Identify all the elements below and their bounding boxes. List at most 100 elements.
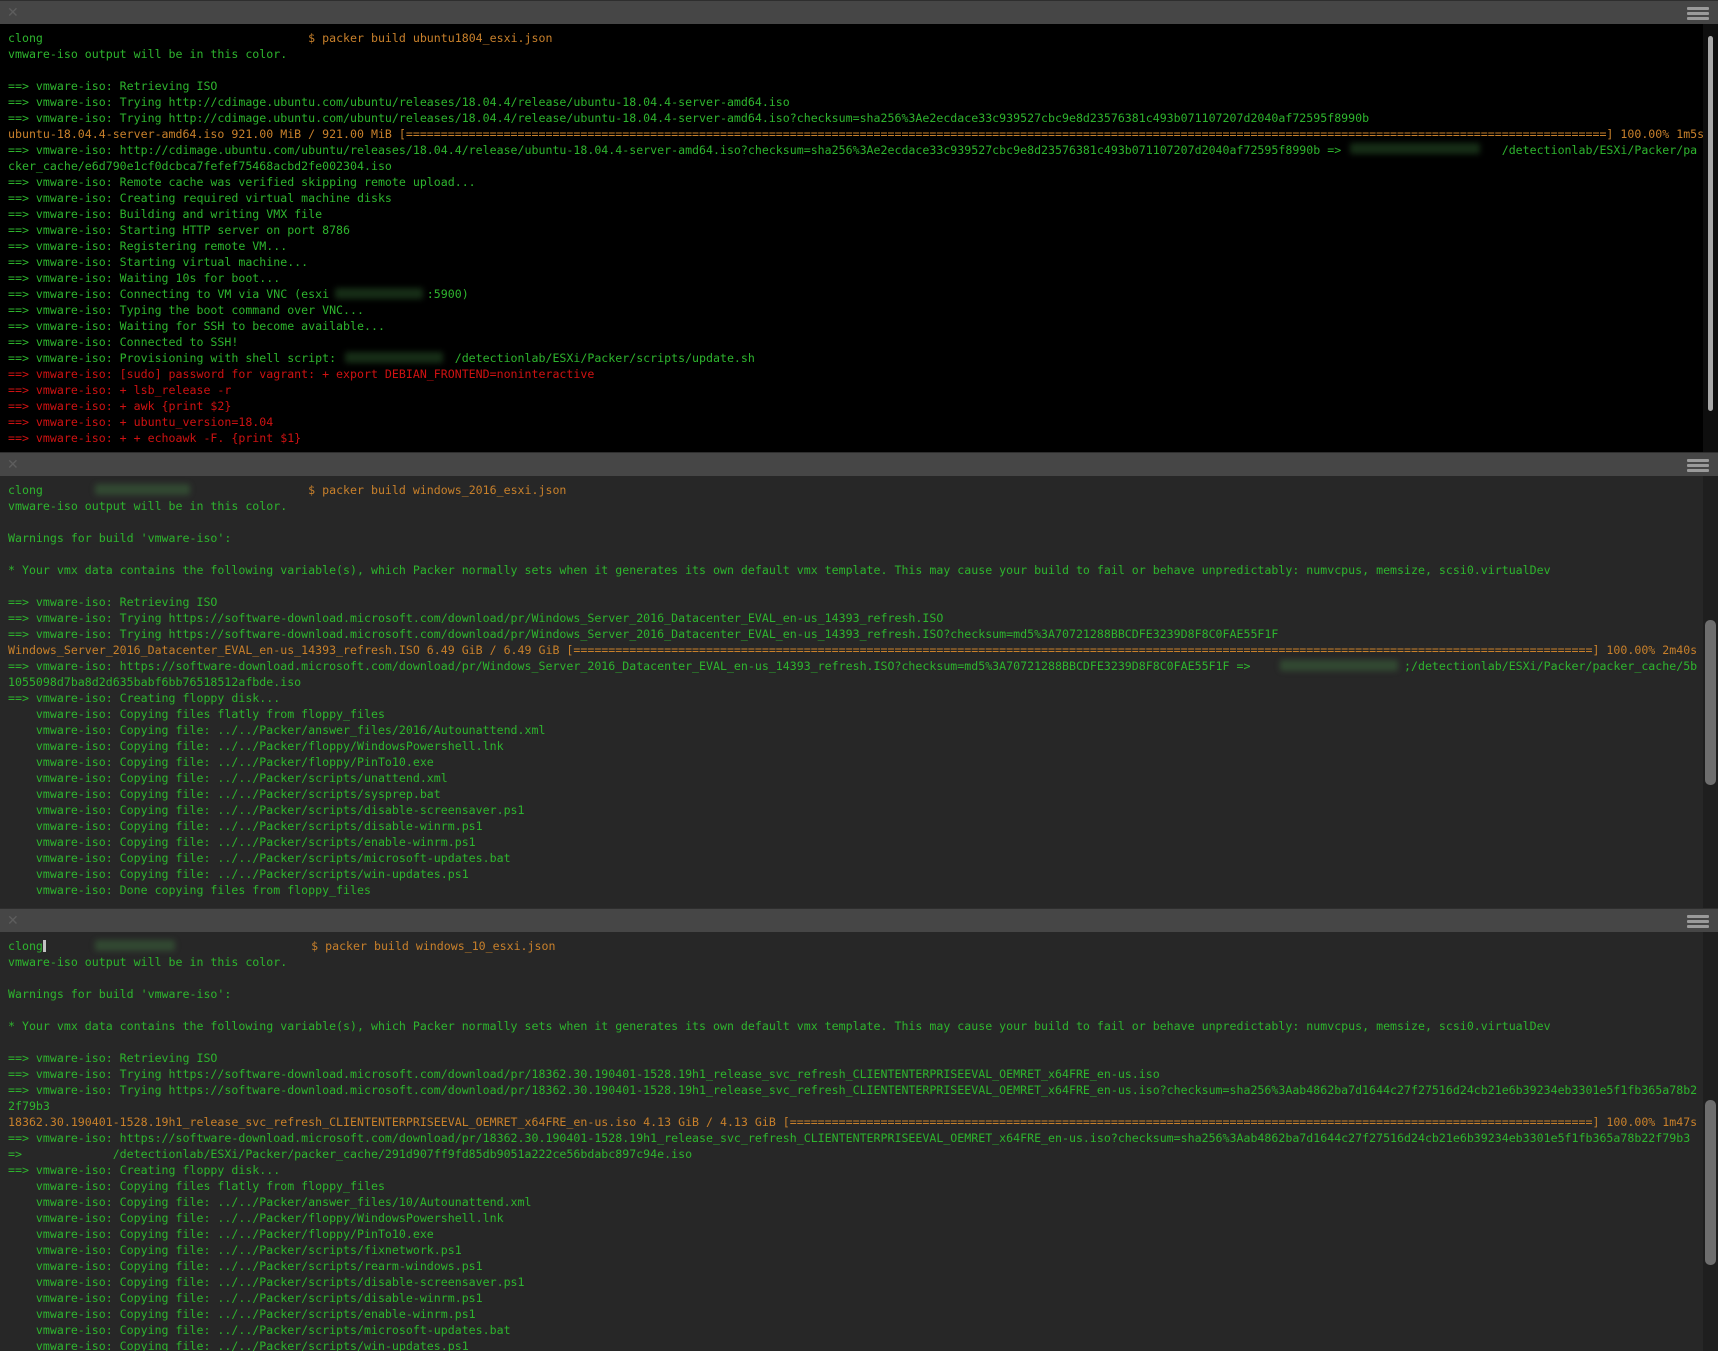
terminal-line: cker_cache/e6d790e1cf0dcbca7fefef75468ac…: [8, 158, 1718, 174]
terminal-line: vmware-iso: Copying file: ../../Packer/s…: [8, 850, 1718, 866]
terminal-line: vmware-iso: Copying file: ../../Packer/s…: [8, 1290, 1718, 1306]
terminal-line: ==> vmware-iso: Trying http://cdimage.ub…: [8, 94, 1718, 110]
terminal-line: vmware-iso: Copying file: ../../Packer/s…: [8, 770, 1718, 786]
terminal-line: ==> vmware-iso: Starting HTTP server on …: [8, 222, 1718, 238]
terminal-line: * Your vmx data contains the following v…: [8, 1018, 1718, 1034]
menu-icon[interactable]: [1687, 7, 1709, 20]
terminal-line: 1055098d7ba8d2d635babf6bb76518512afbde.i…: [8, 674, 1718, 690]
terminal-line: ==> vmware-iso: Provisioning with shell …: [8, 350, 1718, 366]
terminal-line: ==> vmware-iso: Trying http://cdimage.ub…: [8, 110, 1718, 126]
scrollbar-thumb[interactable]: [1705, 1100, 1716, 1265]
terminal-line: ==> vmware-iso: Remote cache was verifie…: [8, 174, 1718, 190]
terminal-line: vmware-iso: Copying files flatly from fl…: [8, 706, 1718, 722]
terminal-window: ✕ clong $ packer build ubuntu1804_esxi.j…: [0, 0, 1718, 1351]
pane-windows10: ✕ clong $ packer build windows_10_esxi.j…: [0, 908, 1718, 1351]
terminal-line: vmware-iso: Copying files flatly from fl…: [8, 1178, 1718, 1194]
terminal-line: ==> vmware-iso: Connecting to VM via VNC…: [8, 286, 1718, 302]
terminal-line: ==> vmware-iso: Waiting for SSH to becom…: [8, 318, 1718, 334]
terminal-line: clong $ packer build windows_2016_esxi.j…: [8, 482, 1718, 498]
terminal-line: ==> vmware-iso: Typing the boot command …: [8, 302, 1718, 318]
terminal-line: ==> vmware-iso: Creating floppy disk...: [8, 690, 1718, 706]
terminal-line: [8, 970, 1718, 986]
terminal-output-windows10[interactable]: clong $ packer build windows_10_esxi.jso…: [0, 932, 1718, 1351]
terminal-line: vmware-iso: Copying file: ../../Packer/s…: [8, 866, 1718, 882]
terminal-output-ubuntu1804[interactable]: clong $ packer build ubuntu1804_esxi.jso…: [0, 24, 1718, 452]
terminal-line: ==> vmware-iso: Building and writing VMX…: [8, 206, 1718, 222]
pane-windows2016: ✕ clong $ packer build windows_2016_esxi…: [0, 452, 1718, 908]
terminal-line: vmware-iso: Copying file: ../../Packer/s…: [8, 786, 1718, 802]
scrollbar-track[interactable]: [1703, 24, 1718, 452]
terminal-line: ==> vmware-iso: http://cdimage.ubuntu.co…: [8, 142, 1718, 158]
terminal-line: ==> vmware-iso: https://software-downloa…: [8, 658, 1718, 674]
terminal-line: vmware-iso output will be in this color.: [8, 46, 1718, 62]
terminal-line: => /detectionlab/ESXi/Packer/packer_cach…: [8, 1146, 1718, 1162]
terminal-line: ==> vmware-iso: Creating required virtua…: [8, 190, 1718, 206]
terminal-line: [8, 546, 1718, 562]
terminal-line: vmware-iso: Copying file: ../../Packer/f…: [8, 738, 1718, 754]
terminal-line: ==> vmware-iso: + lsb_release -r: [8, 382, 1718, 398]
scrollbar-thumb[interactable]: [1708, 36, 1713, 411]
terminal-line: [8, 578, 1718, 594]
terminal-line: ubuntu-18.04.4-server-amd64.iso 921.00 M…: [8, 126, 1718, 142]
terminal-line: ==> vmware-iso: Retrieving ISO: [8, 78, 1718, 94]
terminal-line: ==> vmware-iso: Trying https://software-…: [8, 626, 1718, 642]
terminal-line: vmware-iso: Copying file: ../../Packer/s…: [8, 802, 1718, 818]
menu-icon[interactable]: [1687, 459, 1709, 472]
menu-icon[interactable]: [1687, 915, 1709, 928]
terminal-line: ==> vmware-iso: Trying https://software-…: [8, 1066, 1718, 1082]
terminal-line: ==> vmware-iso: Retrieving ISO: [8, 1050, 1718, 1066]
scrollbar-track[interactable]: [1703, 476, 1718, 908]
terminal-line: [8, 62, 1718, 78]
close-icon[interactable]: ✕: [7, 911, 19, 931]
terminal-line: vmware-iso: Copying file: ../../Packer/s…: [8, 1274, 1718, 1290]
pane-ubuntu1804: ✕ clong $ packer build ubuntu1804_esxi.j…: [0, 0, 1718, 452]
terminal-line: vmware-iso: Copying file: ../../Packer/s…: [8, 1322, 1718, 1338]
terminal-line: Warnings for build 'vmware-iso':: [8, 986, 1718, 1002]
terminal-line: vmware-iso: Copying file: ../../Packer/a…: [8, 722, 1718, 738]
terminal-line: ==> vmware-iso: Registering remote VM...: [8, 238, 1718, 254]
terminal-line: Windows_Server_2016_Datacenter_EVAL_en-u…: [8, 642, 1718, 658]
terminal-line: ==> vmware-iso: [sudo] password for vagr…: [8, 366, 1718, 382]
terminal-line: 18362.30.190401-1528.19h1_release_svc_re…: [8, 1114, 1718, 1130]
terminal-line: clong $ packer build ubuntu1804_esxi.jso…: [8, 30, 1718, 46]
terminal-line: ==> vmware-iso: + awk {print $2}: [8, 398, 1718, 414]
pane3-titlebar[interactable]: ✕: [0, 908, 1718, 932]
terminal-output-windows2016[interactable]: clong $ packer build windows_2016_esxi.j…: [0, 476, 1718, 908]
terminal-line: ==> vmware-iso: Trying https://software-…: [8, 1082, 1718, 1098]
terminal-line: vmware-iso: Copying file: ../../Packer/s…: [8, 1258, 1718, 1274]
terminal-line: vmware-iso: Copying file: ../../Packer/a…: [8, 1194, 1718, 1210]
terminal-line: ==> vmware-iso: Starting virtual machine…: [8, 254, 1718, 270]
terminal-line: vmware-iso: Copying file: ../../Packer/s…: [8, 818, 1718, 834]
terminal-line: ==> vmware-iso: Retrieving ISO: [8, 594, 1718, 610]
scrollbar-thumb[interactable]: [1705, 620, 1716, 785]
terminal-line: vmware-iso: Copying file: ../../Packer/s…: [8, 1338, 1718, 1351]
terminal-line: ==> vmware-iso: Trying https://software-…: [8, 610, 1718, 626]
terminal-line: [8, 1034, 1718, 1050]
terminal-line: [8, 514, 1718, 530]
close-icon[interactable]: ✕: [7, 3, 19, 23]
pane1-titlebar[interactable]: ✕: [0, 0, 1718, 24]
terminal-line: ==> vmware-iso: Creating floppy disk...: [8, 1162, 1718, 1178]
terminal-line: ==> vmware-iso: + ubuntu_version=18.04: [8, 414, 1718, 430]
pane2-titlebar[interactable]: ✕: [0, 452, 1718, 476]
scrollbar-track[interactable]: [1703, 932, 1718, 1351]
terminal-line: vmware-iso: Copying file: ../../Packer/s…: [8, 1306, 1718, 1322]
terminal-line: vmware-iso: Copying file: ../../Packer/s…: [8, 834, 1718, 850]
terminal-line: vmware-iso: Copying file: ../../Packer/f…: [8, 754, 1718, 770]
terminal-line: vmware-iso: Copying file: ../../Packer/s…: [8, 1242, 1718, 1258]
terminal-line: ==> vmware-iso: Connected to SSH!: [8, 334, 1718, 350]
terminal-line: vmware-iso: Done copying files from flop…: [8, 882, 1718, 898]
terminal-line: * Your vmx data contains the following v…: [8, 562, 1718, 578]
terminal-line: ==> vmware-iso: + + echoawk -F. {print $…: [8, 430, 1718, 446]
terminal-line: vmware-iso output will be in this color.: [8, 954, 1718, 970]
terminal-line: vmware-iso: Copying file: ../../Packer/f…: [8, 1226, 1718, 1242]
terminal-line: ==> vmware-iso: Waiting 10s for boot...: [8, 270, 1718, 286]
terminal-line: clong $ packer build windows_10_esxi.jso…: [8, 938, 1718, 954]
terminal-line: vmware-iso: Copying file: ../../Packer/f…: [8, 1210, 1718, 1226]
terminal-line: 2f79b3: [8, 1098, 1718, 1114]
terminal-line: ==> vmware-iso: https://software-downloa…: [8, 1130, 1718, 1146]
terminal-line: vmware-iso output will be in this color.: [8, 498, 1718, 514]
terminal-line: Warnings for build 'vmware-iso':: [8, 530, 1718, 546]
close-icon[interactable]: ✕: [7, 455, 19, 475]
terminal-line: [8, 1002, 1718, 1018]
